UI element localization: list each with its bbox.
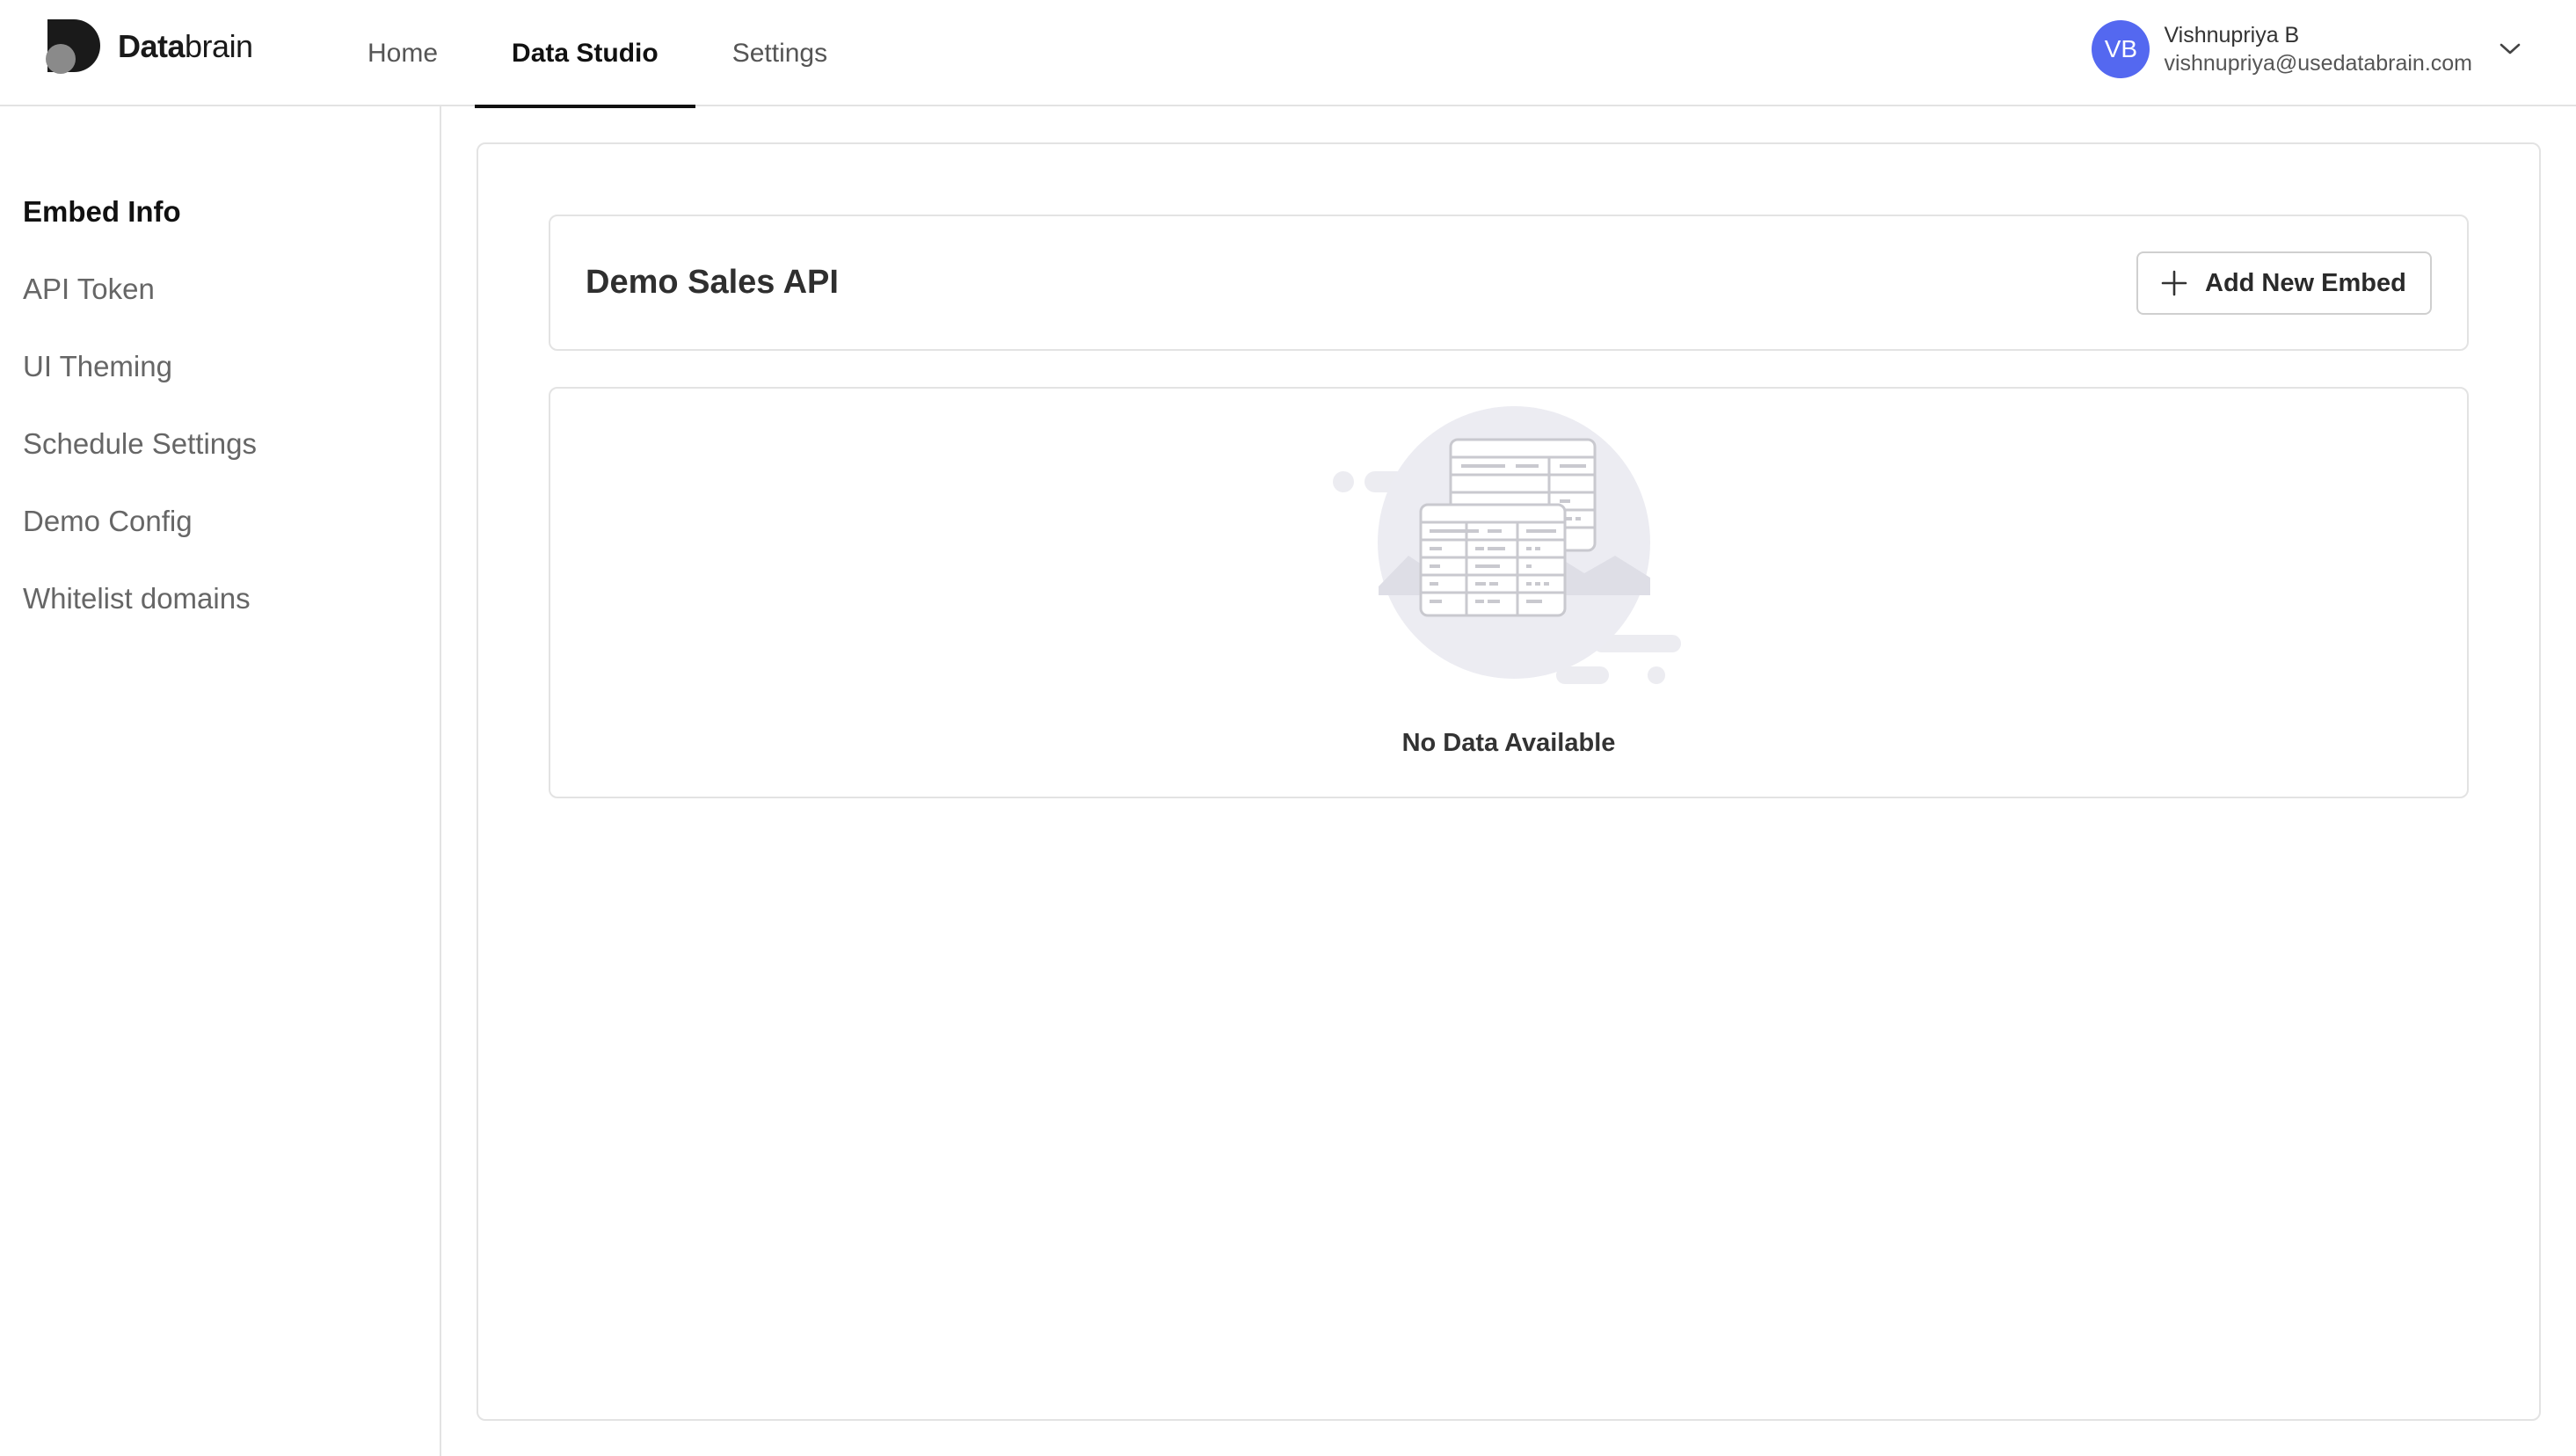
empty-state-card: No Data Available — [549, 387, 2469, 798]
add-new-embed-label: Add New Embed — [2205, 268, 2406, 297]
sidebar-item-ui-theming[interactable]: UI Theming — [23, 350, 172, 383]
settings-sidebar: Embed Info API Token UI Theming Schedule… — [0, 106, 441, 1456]
user-info: Vishnupriya B vishnupriya@usedatabrain.c… — [2164, 21, 2472, 77]
brand-name: Databrain — [118, 28, 253, 64]
empty-state-message: No Data Available — [1401, 729, 1616, 757]
brand-logo[interactable]: Databrain — [46, 19, 253, 74]
embed-header-card: Demo Sales API Add New Embed — [549, 215, 2469, 351]
chevron-down-icon[interactable] — [2497, 36, 2523, 62]
tab-settings[interactable]: Settings — [695, 0, 864, 106]
sidebar-item-embed-info[interactable]: Embed Info — [23, 195, 181, 229]
databrain-logo-icon — [46, 19, 102, 74]
empty-table-illustration-icon — [1333, 406, 1681, 684]
sidebar-item-demo-config[interactable]: Demo Config — [23, 505, 193, 538]
sidebar-item-schedule-settings[interactable]: Schedule Settings — [23, 427, 257, 461]
sidebar-item-api-token[interactable]: API Token — [23, 273, 155, 306]
user-name: Vishnupriya B — [2164, 23, 2300, 47]
tab-home[interactable]: Home — [331, 0, 475, 106]
add-new-embed-button[interactable]: Add New Embed — [2136, 251, 2432, 315]
user-menu[interactable]: VB Vishnupriya B vishnupriya@usedatabrai… — [2092, 18, 2523, 81]
plus-icon — [2159, 268, 2189, 298]
top-navigation-bar: Databrain Home Data Studio Settings VB V… — [0, 0, 2576, 108]
user-email: vishnupriya@usedatabrain.com — [2164, 51, 2472, 76]
tab-data-studio[interactable]: Data Studio — [475, 0, 695, 108]
page-title: Demo Sales API — [586, 264, 839, 301]
main-nav: Home Data Studio Settings — [331, 0, 864, 108]
avatar[interactable]: VB — [2092, 20, 2150, 78]
sidebar-item-whitelist-domains[interactable]: Whitelist domains — [23, 582, 251, 615]
